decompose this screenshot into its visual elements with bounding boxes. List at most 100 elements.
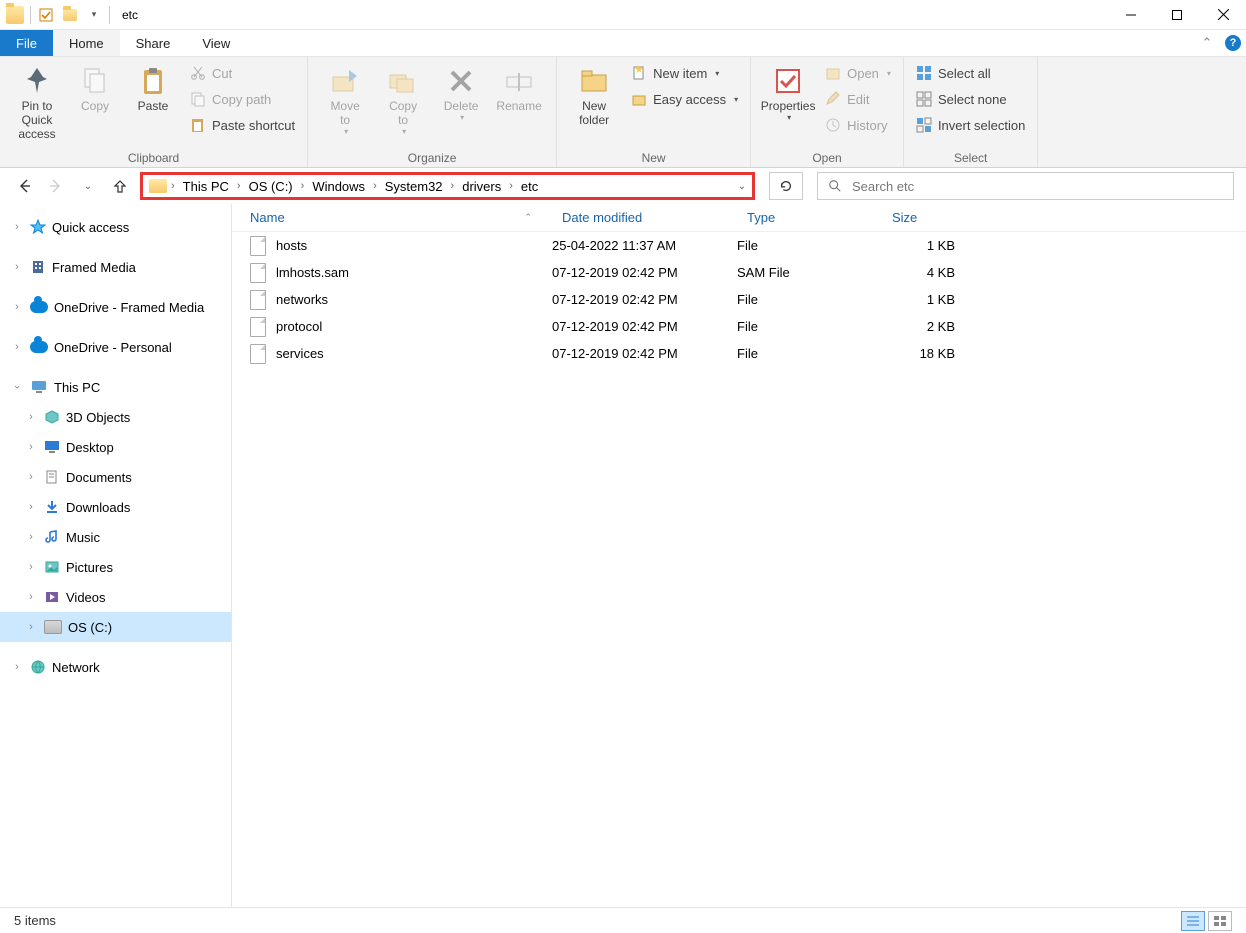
delete-button[interactable]: Delete▾ <box>432 61 490 124</box>
select-all-button[interactable]: Select all <box>912 61 1029 85</box>
column-header-type[interactable]: Type <box>737 204 882 231</box>
qat-dropdown-icon[interactable]: ▾ <box>85 6 103 24</box>
invert-selection-button[interactable]: Invert selection <box>912 113 1029 137</box>
chevron-right-icon: › <box>237 180 241 192</box>
sidebar-item-framed-media[interactable]: ›Framed Media <box>0 252 231 282</box>
open-button[interactable]: Open▾ <box>821 61 895 85</box>
select-none-button[interactable]: Select none <box>912 87 1029 111</box>
column-header-date[interactable]: Date modified <box>552 204 737 231</box>
history-icon <box>825 117 841 133</box>
view-details-button[interactable] <box>1181 911 1205 931</box>
nav-forward-button[interactable] <box>44 174 68 198</box>
crumb-this-pc[interactable]: This PC <box>179 179 233 194</box>
column-header-size[interactable]: Size <box>882 204 977 231</box>
group-label-clipboard: Clipboard <box>0 151 307 165</box>
ribbon-group-organize: Move to▾ Copy to▾ Delete▾ Rename Organiz… <box>308 57 557 167</box>
copy-to-button[interactable]: Copy to▾ <box>374 61 432 138</box>
paste-shortcut-button[interactable]: Paste shortcut <box>186 113 299 137</box>
nav-up-button[interactable] <box>108 174 132 198</box>
tab-view[interactable]: View <box>186 30 246 56</box>
file-row[interactable]: networks07-12-2019 02:42 PMFile1 KB <box>232 286 1246 313</box>
edit-icon <box>825 91 841 107</box>
crumb-etc[interactable]: etc <box>517 179 542 194</box>
file-row[interactable]: lmhosts.sam07-12-2019 02:42 PMSAM File4 … <box>232 259 1246 286</box>
move-to-button[interactable]: Move to▾ <box>316 61 374 138</box>
close-button[interactable] <box>1200 0 1246 30</box>
sort-ascending-icon: ⌃ <box>524 212 532 223</box>
building-icon <box>30 259 46 275</box>
ribbon-collapse-button[interactable]: ⌃ <box>1194 30 1220 56</box>
address-bar[interactable]: › This PC › OS (C:) › Windows › System32… <box>140 172 755 200</box>
file-row[interactable]: hosts25-04-2022 11:37 AMFile1 KB <box>232 232 1246 259</box>
chevron-right-icon: › <box>509 180 513 192</box>
crumb-windows[interactable]: Windows <box>308 179 369 194</box>
qat-folder-icon[interactable] <box>61 6 79 24</box>
refresh-button[interactable] <box>769 172 803 200</box>
search-input[interactable]: Search etc <box>817 172 1234 200</box>
file-row[interactable]: services07-12-2019 02:42 PMFile18 KB <box>232 340 1246 367</box>
help-icon: ? <box>1225 35 1241 51</box>
sidebar-item-quick-access[interactable]: ›Quick access <box>0 212 231 242</box>
pin-icon <box>21 65 53 97</box>
help-button[interactable]: ? <box>1220 30 1246 56</box>
sidebar-item-onedrive-personal[interactable]: ›OneDrive - Personal <box>0 332 231 362</box>
history-button[interactable]: History <box>821 113 895 137</box>
sidebar-item-onedrive-fm[interactable]: ›OneDrive - Framed Media <box>0 292 231 322</box>
column-header-name[interactable]: Name⌃ <box>232 204 552 231</box>
crumb-drive[interactable]: OS (C:) <box>245 179 297 194</box>
easy-access-button[interactable]: Easy access▾ <box>627 87 742 111</box>
file-icon <box>250 236 266 256</box>
sidebar-item-this-pc[interactable]: ›This PC <box>0 372 231 402</box>
star-icon <box>30 219 46 235</box>
group-label-new: New <box>557 151 750 165</box>
file-row[interactable]: protocol07-12-2019 02:42 PMFile2 KB <box>232 313 1246 340</box>
view-large-icons-button[interactable] <box>1208 911 1232 931</box>
tab-file[interactable]: File <box>0 30 53 56</box>
sidebar-item-downloads[interactable]: ›Downloads <box>0 492 231 522</box>
sidebar-item-os-drive[interactable]: ›OS (C:) <box>0 612 231 642</box>
copy-path-button[interactable]: Copy path <box>186 87 299 111</box>
documents-icon <box>44 469 60 485</box>
sidebar-item-desktop[interactable]: ›Desktop <box>0 432 231 462</box>
cut-button[interactable]: Cut <box>186 61 299 85</box>
navigation-bar: ⌄ › This PC › OS (C:) › Windows › System… <box>0 168 1246 204</box>
file-type: File <box>737 346 882 361</box>
sidebar-item-documents[interactable]: ›Documents <box>0 462 231 492</box>
sidebar-item-pictures[interactable]: ›Pictures <box>0 552 231 582</box>
minimize-button[interactable] <box>1108 0 1154 30</box>
nav-back-button[interactable] <box>12 174 36 198</box>
new-item-icon <box>631 65 647 81</box>
properties-button[interactable]: Properties▾ <box>759 61 817 124</box>
sidebar-item-network[interactable]: ›Network <box>0 652 231 682</box>
cube-icon <box>44 409 60 425</box>
sidebar-item-3d-objects[interactable]: ›3D Objects <box>0 402 231 432</box>
rename-button[interactable]: Rename <box>490 61 548 115</box>
sidebar-item-videos[interactable]: ›Videos <box>0 582 231 612</box>
maximize-button[interactable] <box>1154 0 1200 30</box>
cloud-icon <box>30 341 48 353</box>
status-bar: 5 items <box>0 907 1246 933</box>
file-date: 07-12-2019 02:42 PM <box>552 265 737 280</box>
crumb-system32[interactable]: System32 <box>381 179 447 194</box>
paste-icon <box>137 65 169 97</box>
edit-button[interactable]: Edit <box>821 87 895 111</box>
crumb-drivers[interactable]: drivers <box>458 179 505 194</box>
tab-home[interactable]: Home <box>53 30 120 56</box>
paste-button[interactable]: Paste <box>124 61 182 115</box>
delete-icon <box>445 65 477 97</box>
nav-recent-button[interactable]: ⌄ <box>76 174 100 198</box>
qat-properties-checkbox-icon[interactable] <box>37 6 55 24</box>
pin-quick-access-button[interactable]: Pin to Quick access <box>8 61 66 143</box>
scissors-icon <box>190 65 206 81</box>
sidebar-item-music[interactable]: ›Music <box>0 522 231 552</box>
new-folder-button[interactable]: New folder <box>565 61 623 129</box>
file-icon <box>250 290 266 310</box>
address-folder-icon <box>149 179 167 193</box>
tab-share[interactable]: Share <box>120 30 187 56</box>
copy-button[interactable]: Copy <box>66 61 124 115</box>
file-type: File <box>737 238 882 253</box>
new-item-button[interactable]: New item▾ <box>627 61 742 85</box>
address-dropdown-button[interactable]: ⌄ <box>738 181 746 192</box>
file-date: 07-12-2019 02:42 PM <box>552 346 737 361</box>
ribbon-group-new: New folder New item▾ Easy access▾ New <box>557 57 751 167</box>
